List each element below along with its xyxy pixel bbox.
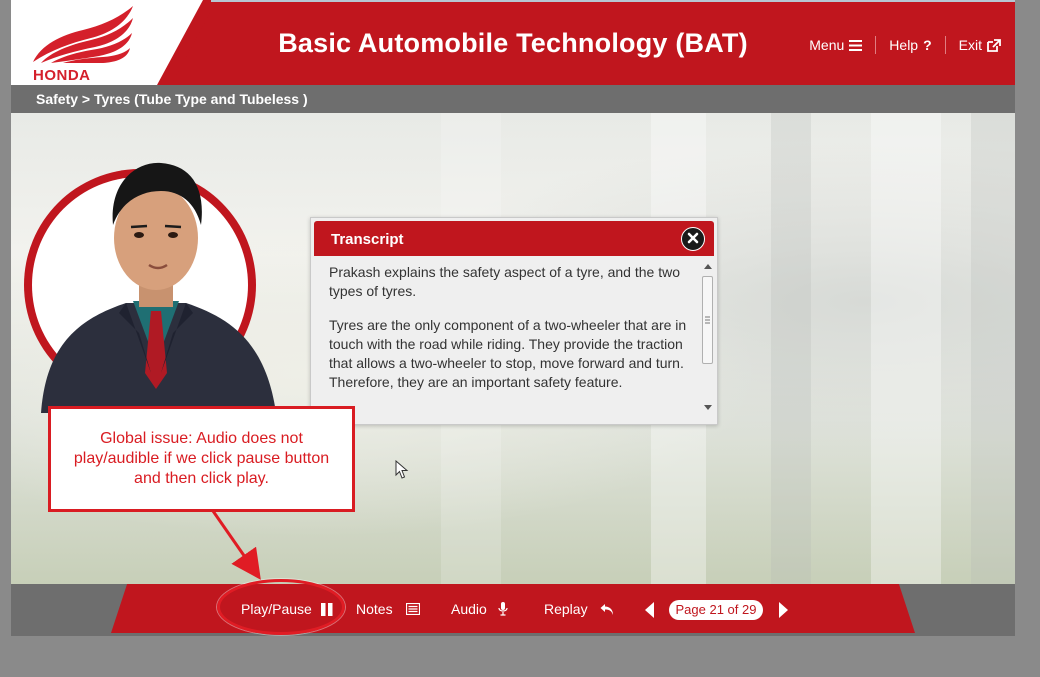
background-column xyxy=(871,113,941,584)
replay-icon xyxy=(600,603,614,616)
question-icon: ? xyxy=(923,37,932,53)
scroll-thumb[interactable] xyxy=(702,276,713,364)
presenter-figure xyxy=(41,162,276,413)
transcript-title: Transcript xyxy=(331,231,404,248)
breadcrumb-bar: Safety > Tyres (Tube Type and Tubeless ) xyxy=(11,85,1015,113)
slide-content: Transcript Prakash explains the safety a… xyxy=(11,113,1015,584)
scroll-down-arrow-icon[interactable] xyxy=(704,405,712,410)
menu-button[interactable]: Menu xyxy=(796,36,875,54)
replay-label: Replay xyxy=(544,601,588,617)
chevron-right-icon xyxy=(778,602,788,621)
menu-label: Menu xyxy=(809,37,845,53)
external-link-icon xyxy=(987,38,1001,52)
notes-icon xyxy=(405,603,420,615)
close-icon xyxy=(687,231,699,248)
next-page-button[interactable] xyxy=(778,602,788,621)
help-label: Help xyxy=(889,37,919,53)
scroll-up-arrow-icon[interactable] xyxy=(704,264,712,269)
hamburger-icon xyxy=(849,39,863,51)
transcript-text: Prakash explains the safety aspect of a … xyxy=(329,263,699,415)
player-controls: Play/Pause Notes Audio Replay Page 21 of… xyxy=(11,579,1015,636)
help-button[interactable]: Help ? xyxy=(875,36,944,54)
audio-button[interactable]: Audio xyxy=(451,601,508,617)
breadcrumb: Safety > Tyres (Tube Type and Tubeless ) xyxy=(36,91,308,107)
close-transcript-button[interactable] xyxy=(681,227,705,251)
microphone-icon xyxy=(498,602,508,616)
notes-button[interactable]: Notes xyxy=(356,601,420,617)
review-highlight-ellipse xyxy=(217,579,345,635)
notes-label: Notes xyxy=(356,601,393,617)
transcript-paragraph: Prakash explains the safety aspect of a … xyxy=(329,264,680,299)
transcript-scrollbar[interactable] xyxy=(702,260,714,414)
chevron-left-icon xyxy=(645,602,655,621)
course-player: HONDA Basic Automobile Technology (BAT) … xyxy=(11,0,1015,636)
mouse-cursor-icon xyxy=(395,459,409,485)
exit-button[interactable]: Exit xyxy=(944,36,1001,54)
transcript-header: Transcript xyxy=(314,221,714,256)
footer-bar: Play/Pause Notes Audio Replay Page 21 of… xyxy=(11,579,1015,636)
previous-page-button[interactable] xyxy=(645,602,655,621)
top-nav: Menu Help ? Exit xyxy=(796,36,1001,54)
transcript-paragraph: Tyres are the only component of a two-wh… xyxy=(329,317,687,390)
replay-button[interactable]: Replay xyxy=(544,601,614,617)
header-bar: HONDA Basic Automobile Technology (BAT) … xyxy=(11,0,1015,85)
exit-label: Exit xyxy=(958,37,982,53)
background-column xyxy=(771,113,811,584)
transcript-panel: Transcript Prakash explains the safety a… xyxy=(310,217,718,425)
audio-label: Audio xyxy=(451,601,487,617)
background-column xyxy=(971,113,1015,584)
honda-logo-text: HONDA xyxy=(33,67,91,84)
page-indicator: Page 21 of 29 xyxy=(669,600,763,620)
review-annotation-box: Global issue: Audio does not play/audibl… xyxy=(48,406,355,512)
